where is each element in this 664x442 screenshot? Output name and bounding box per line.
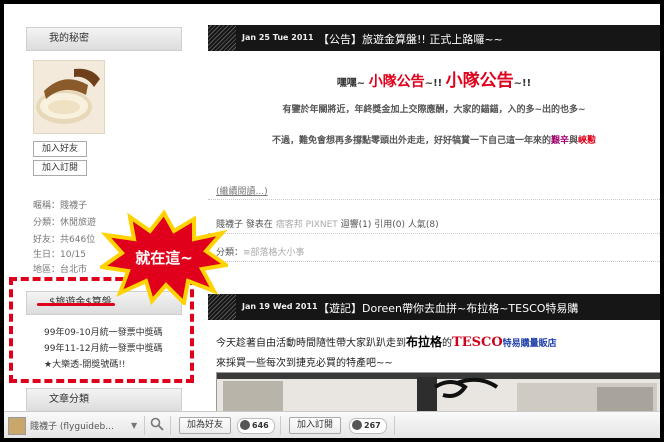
- header-stripe-decoration: [208, 25, 236, 51]
- browser-viewport: 我的秘密 加入好友 加入訂閱 暱稱：賤襪子 分類：休閒旅遊 好友：共646位 生…: [4, 4, 660, 438]
- post-announcement-line: 嘿嘿~ 小隊公告~!! 小隊公告~!!: [336, 71, 532, 91]
- post-paragraph: 來採買一些每次到捷克必買的特產吧~~: [216, 358, 393, 369]
- profile-category: 分類：休閒旅遊: [33, 218, 97, 228]
- toolbar-subscribe-button[interactable]: 加入訂閱: [289, 417, 342, 434]
- subscribe-count-badge: 267: [349, 418, 387, 434]
- post-paragraph: 不過，難免會想再多撐點零頭出外走走，好好犒賞一下自己這一年來的艱辛與峽懃: [271, 136, 597, 146]
- post-header: Jan 25 Tue 2011 【公告】旅遊金算盤!! 正式上路囉~~: [208, 25, 660, 51]
- friend-count-badge: 646: [237, 418, 275, 434]
- callout-starburst: 就在這~: [96, 209, 232, 308]
- store-photo-image: [217, 373, 660, 413]
- divider: [394, 416, 395, 435]
- post-header: Jan 19 Wed 2011 【遊記】Doreen帶你去血拼~布拉格~TESC…: [208, 294, 660, 320]
- chevron-down-icon[interactable]: ▼: [131, 421, 137, 430]
- profile-friends: 好友：共646位: [33, 235, 96, 245]
- post-category: 分類：≡部落格大小事: [216, 248, 305, 258]
- post-photo[interactable]: [216, 372, 660, 414]
- post-paragraph: 有鑒於年關將近，年終獎金加上交際應酬，大家的錨錨，入的多~出的也多~: [282, 105, 586, 115]
- avatar-food-image: [34, 61, 104, 133]
- add-friend-button[interactable]: 加入好友: [33, 141, 88, 157]
- post-paragraph: 今天趁著自由活動時間隨性帶大家趴趴走到布拉格的TESCO特易購量販店: [216, 335, 557, 350]
- toolbar-avatar[interactable]: [8, 417, 26, 435]
- post-meta: 賤襪子 發表在 痞客邦 PIXNET 迴響(1) 引用(0) 人氣(8): [216, 220, 439, 230]
- toolbar-add-friend-button[interactable]: 加為好友: [179, 417, 232, 434]
- pixnet-bottom-toolbar: 賤襪子 (flyguideb... ▼ 加為好友 646 加入訂閱 267: [4, 411, 660, 438]
- profile-nickname: 暱稱：賤襪子: [33, 201, 88, 211]
- divider: [208, 233, 660, 234]
- profile-region: 地區：台北市: [33, 265, 88, 275]
- toolbar-username[interactable]: 賤襪子 (flyguideb...: [30, 419, 114, 432]
- divider: [170, 416, 171, 435]
- post-title-link[interactable]: 【公告】旅遊金算盤!! 正式上路囉~~: [318, 31, 503, 47]
- add-subscribe-button[interactable]: 加入訂閱: [33, 160, 88, 176]
- divider: [208, 199, 660, 200]
- post-date: Jan 19 Wed 2011: [242, 302, 318, 311]
- sidebar-title-categories: 文章分類: [26, 388, 182, 412]
- person-icon: [352, 419, 362, 430]
- person-icon: [240, 419, 250, 430]
- profile-birthday: 生日：10/15: [33, 250, 86, 260]
- continue-reading-link[interactable]: (繼續閱讀...): [216, 184, 268, 197]
- sidebar-title-secret: 我的秘密: [26, 27, 182, 51]
- post-date: Jan 25 Tue 2011: [242, 33, 314, 42]
- avatar[interactable]: [33, 60, 105, 134]
- callout-text: 就在這~: [135, 249, 193, 267]
- divider: [208, 261, 660, 262]
- divider: [144, 416, 145, 435]
- search-icon[interactable]: [150, 417, 164, 434]
- post-title-link[interactable]: 【遊記】Doreen帶你去血拼~布拉格~TESCO特易購: [318, 300, 578, 316]
- divider: [280, 416, 281, 435]
